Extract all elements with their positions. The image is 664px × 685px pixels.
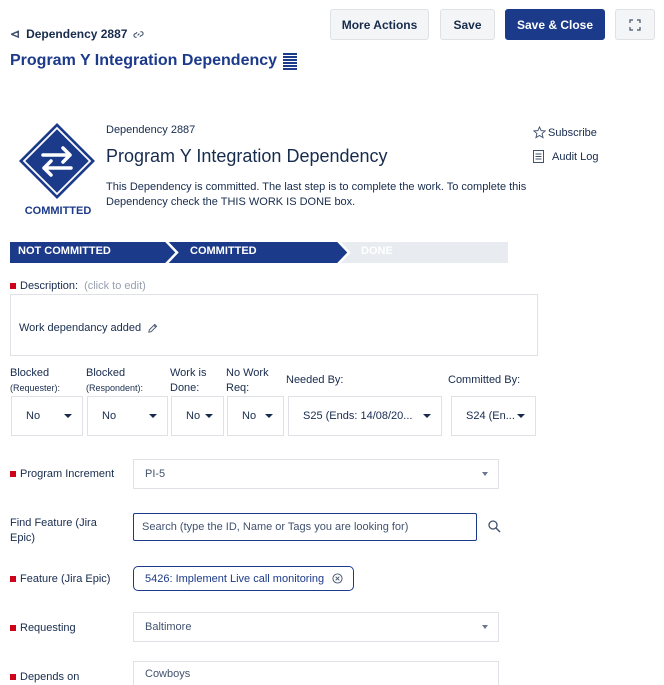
program-increment-select[interactable]: PI-5: [133, 459, 499, 489]
expand-button[interactable]: [615, 9, 655, 40]
requesting-select[interactable]: Baltimore: [133, 612, 499, 642]
blocked-requester-select[interactable]: No: [11, 396, 83, 436]
link-icon[interactable]: [133, 29, 145, 40]
step-committed: COMMITTED: [190, 245, 257, 257]
dependency-status-icon: [18, 122, 96, 200]
needed-by-label: Needed By:: [286, 374, 344, 386]
find-feature-label: Find Feature (Jira Epic): [10, 517, 97, 544]
select-value: No: [26, 410, 41, 422]
work-done-label: Work is Done:: [170, 367, 207, 394]
select-value: Baltimore: [145, 621, 192, 633]
caret-down-icon: [423, 414, 431, 418]
blocked-respondent-label: Blocked (Respondent):: [86, 367, 144, 393]
status-progress: NOT COMMITTED COMMITTED DONE: [10, 242, 508, 263]
save-close-button[interactable]: Save & Close: [505, 9, 605, 40]
work-done-select[interactable]: No: [171, 396, 224, 436]
subscribe-link[interactable]: Subscribe: [533, 126, 597, 139]
caret-down-icon: [205, 414, 213, 418]
description-value[interactable]: Work dependancy added: [19, 322, 158, 334]
remove-icon[interactable]: [332, 573, 343, 584]
status-message: This Dependency is committed. The last s…: [106, 181, 527, 208]
required-marker: [10, 576, 16, 583]
find-feature-input[interactable]: [133, 513, 477, 541]
feature-label: Feature (Jira Epic): [10, 572, 110, 587]
required-marker: [10, 283, 16, 290]
caret-down-icon: [149, 414, 157, 418]
step-done: DONE: [361, 245, 393, 257]
select-value: S25 (Ends: 14/08/20...: [303, 410, 413, 422]
dependency-id: Dependency 2887: [106, 124, 196, 136]
blocked-respondent-select[interactable]: No: [87, 396, 168, 436]
description-label-text: Description:: [20, 280, 79, 292]
required-marker: [10, 625, 16, 632]
select-value: No: [186, 410, 201, 422]
select-value: PI-5: [145, 468, 166, 480]
no-work-req-label: No Work Req:: [226, 367, 269, 394]
dependency-title: Program Y Integration Dependency: [106, 146, 388, 166]
committed-by-select[interactable]: S24 (En...: [451, 396, 536, 436]
step-not-committed: NOT COMMITTED: [18, 245, 111, 257]
more-actions-button[interactable]: More Actions: [330, 9, 429, 40]
blocked-requester-label: Blocked (Requester):: [10, 367, 61, 393]
breadcrumb: ⊲ Dependency 2887: [10, 27, 145, 41]
star-icon: [533, 126, 546, 139]
audit-log-label: Audit Log: [552, 150, 599, 163]
description-text: Work dependancy added: [19, 322, 142, 334]
committed-by-label: Committed By:: [448, 374, 521, 386]
feature-chip[interactable]: 5426: Implement Live call monitoring: [133, 566, 355, 591]
caret-down-icon: [482, 625, 488, 629]
caret-down-icon: [64, 414, 72, 418]
page-title-text: Program Y Integration Dependency: [10, 52, 278, 69]
caret-down-icon: [265, 414, 273, 418]
breadcrumb-label: Dependency 2887: [26, 27, 128, 41]
search-icon[interactable]: [488, 520, 501, 533]
audit-log-link[interactable]: Audit Log: [533, 150, 598, 163]
required-marker: [10, 674, 16, 681]
page-title: Program Y Integration Dependency: [10, 52, 298, 70]
required-marker: [10, 471, 16, 478]
description-hint: (click to edit): [84, 280, 146, 292]
save-button[interactable]: Save: [440, 9, 495, 40]
depends-on-label: Depends on: [10, 670, 79, 685]
needed-by-select[interactable]: S25 (Ends: 14/08/20...: [288, 396, 442, 436]
select-value: Cowboys: [145, 667, 191, 680]
caret-down-icon: [517, 414, 525, 418]
requesting-label: Requesting: [10, 621, 76, 636]
document-icon: [533, 150, 544, 163]
list-icon[interactable]: [283, 52, 298, 70]
depends-on-select[interactable]: Cowboys: [133, 661, 499, 685]
select-value: No: [242, 410, 257, 422]
caret-down-icon: [482, 472, 488, 476]
expand-icon: [629, 18, 641, 31]
description-label: Description: (click to edit): [10, 280, 146, 292]
subscribe-label: Subscribe: [548, 126, 597, 139]
pencil-icon: [148, 323, 158, 333]
feature-chip-label: 5426: Implement Live call monitoring: [145, 572, 325, 585]
dependency-link-icon: ⊲: [10, 27, 21, 41]
select-value: No: [102, 410, 117, 422]
select-value: S24 (En...: [466, 410, 515, 422]
program-increment-label: Program Increment: [10, 467, 114, 482]
no-work-req-select[interactable]: No: [227, 396, 284, 436]
status-label: COMMITTED: [24, 205, 92, 217]
